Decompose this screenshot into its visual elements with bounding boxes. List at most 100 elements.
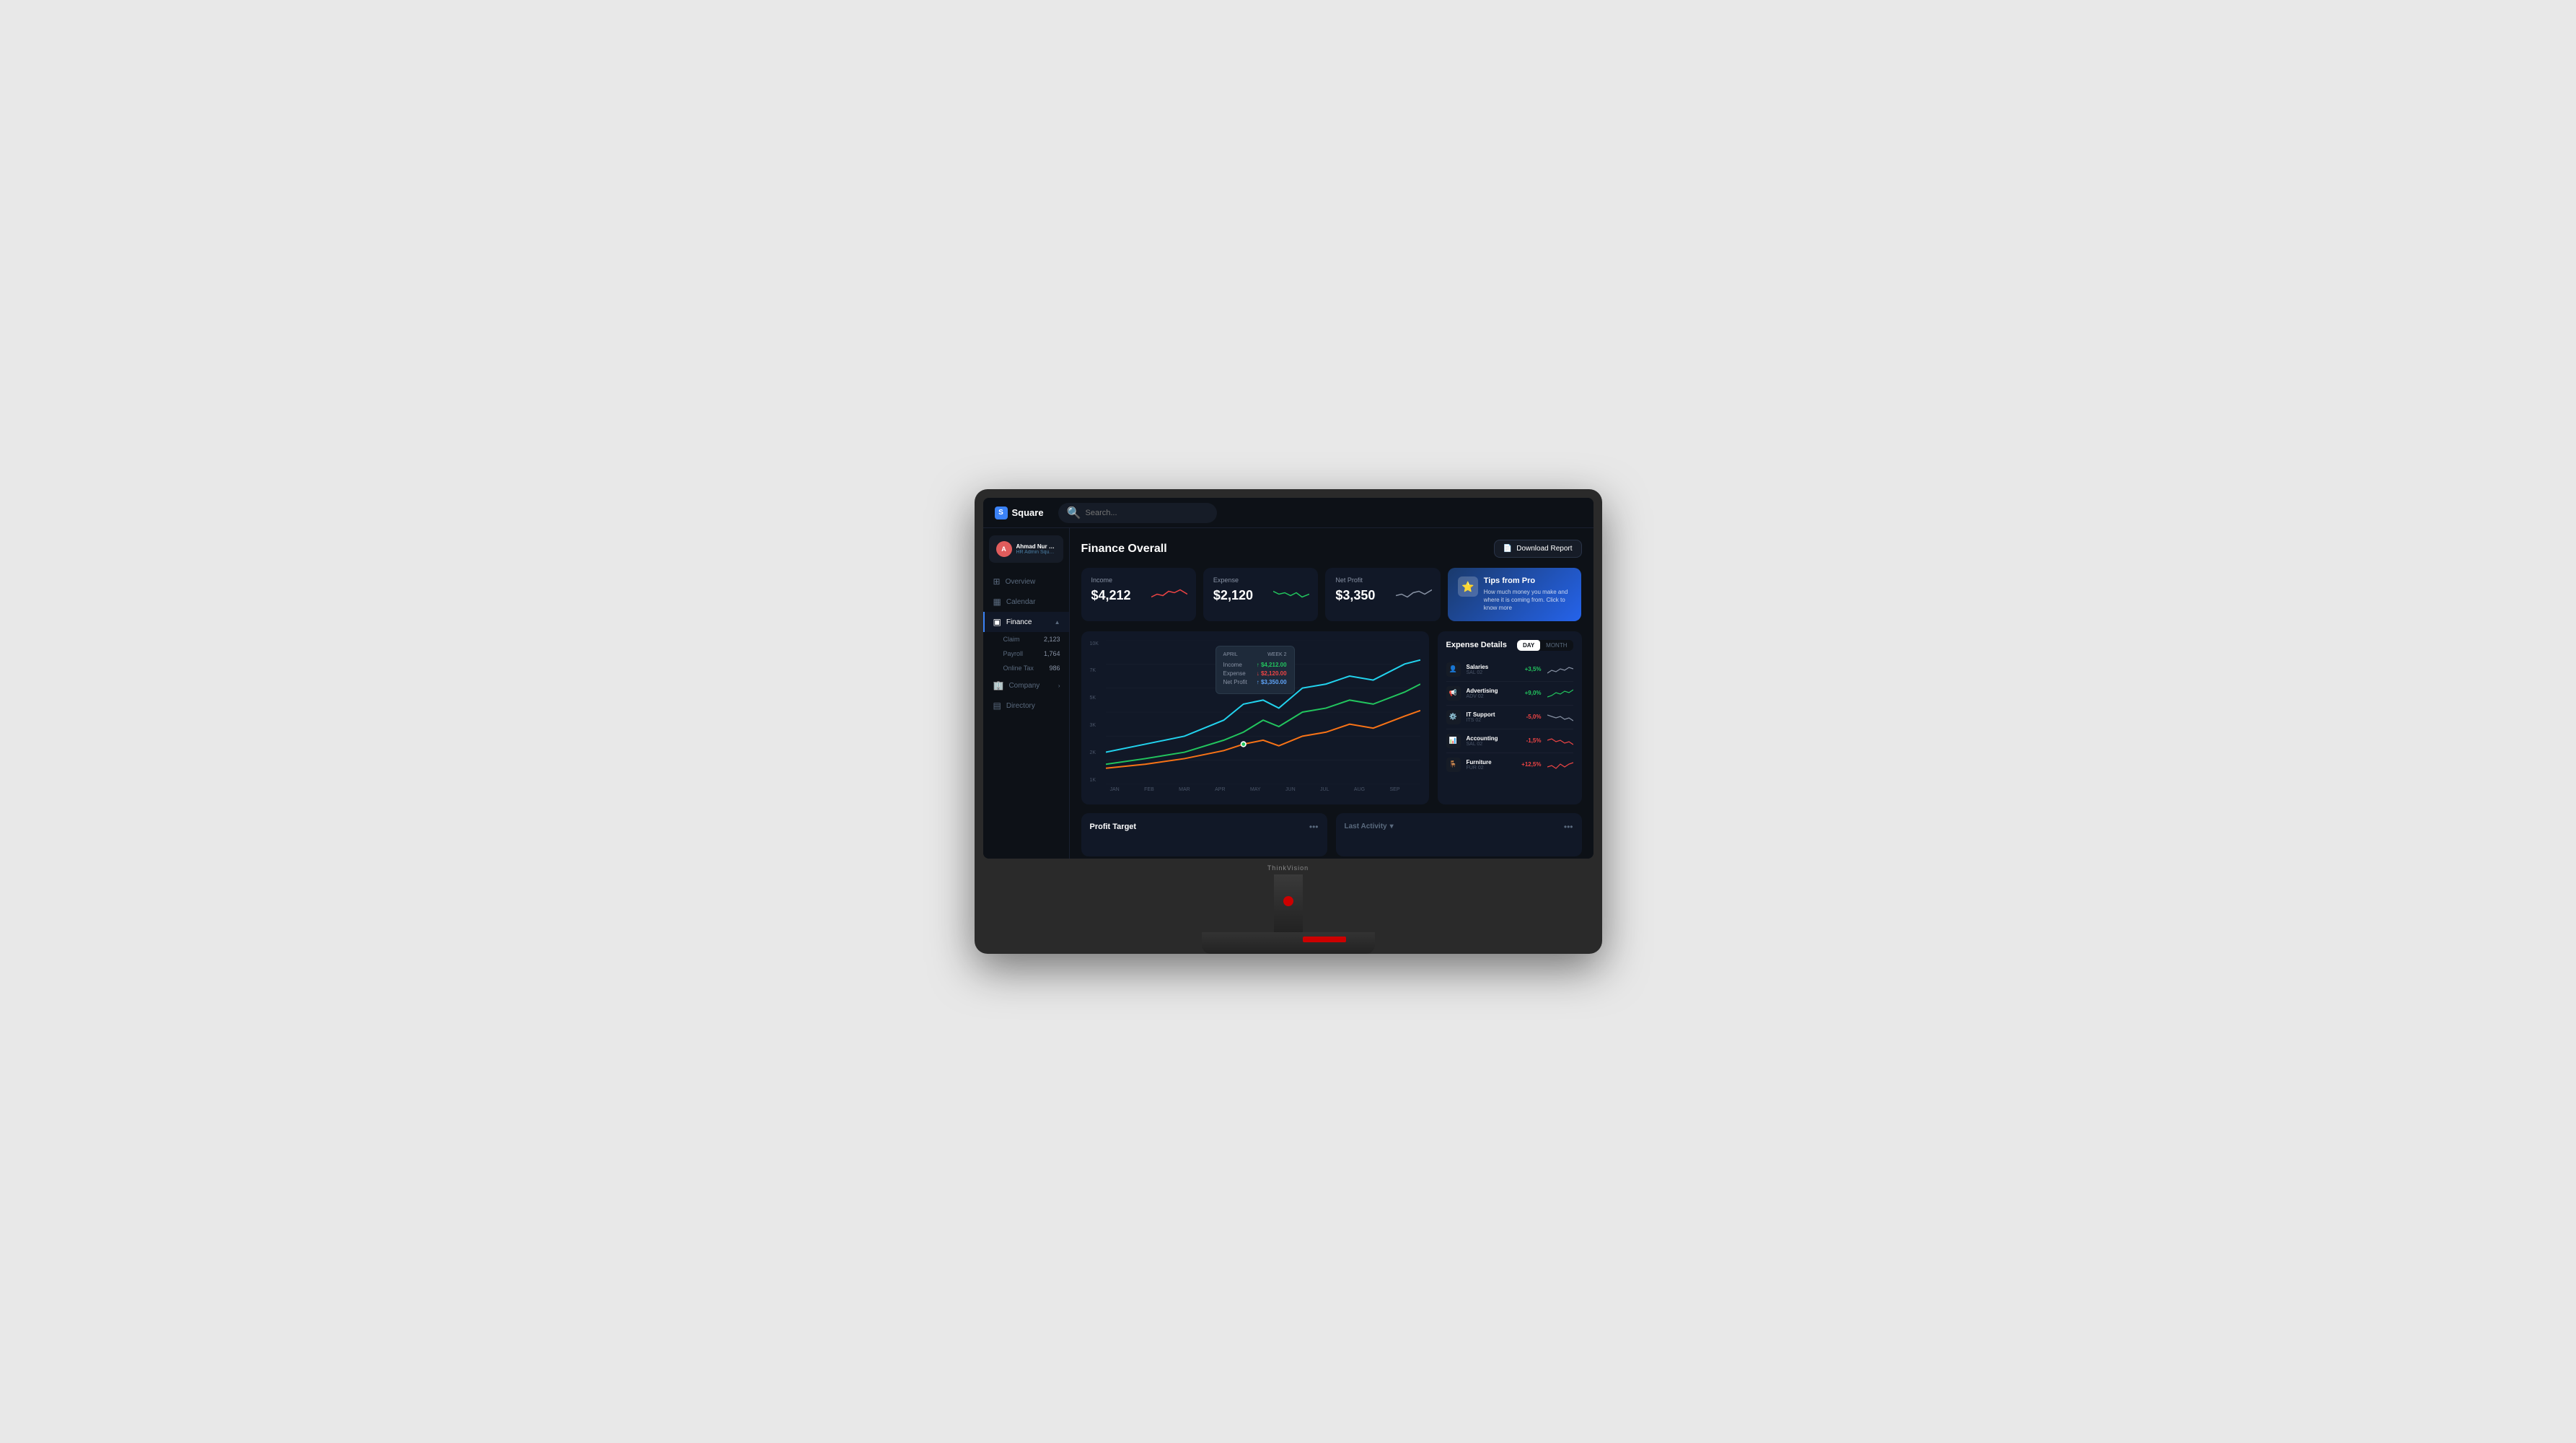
income-label: Income xyxy=(1091,576,1186,584)
y-label-3k: 3K xyxy=(1090,723,1099,728)
sidebar-label-calendar: Calendar xyxy=(1006,598,1036,606)
advertising-name: Advertising xyxy=(1467,688,1519,694)
search-icon: 🔍 xyxy=(1067,506,1081,520)
content-header: Finance Overall 📄 Download Report xyxy=(1081,540,1582,558)
it-support-change: -5,0% xyxy=(1526,714,1542,720)
furniture-sub: FUR 02 xyxy=(1467,766,1516,771)
day-month-toggle[interactable]: DAY MONTH xyxy=(1517,640,1573,651)
submenu-online-tax[interactable]: Online Tax 986 xyxy=(1003,661,1069,675)
y-label-5k: 5K xyxy=(1090,696,1099,701)
tooltip-income-label: Income xyxy=(1223,662,1242,668)
salaries-info: Salaries SAL 02 xyxy=(1467,664,1519,675)
profit-target-panel: Profit Target ••• xyxy=(1081,813,1327,856)
tips-text: Tips from Pro How much money you make an… xyxy=(1484,576,1572,613)
expense-panel-header: Expense Details DAY MONTH xyxy=(1446,640,1573,651)
tooltip-profit-label: Net Profit xyxy=(1223,679,1247,685)
expense-details-title: Expense Details xyxy=(1446,641,1507,649)
stat-income: Income $4,212 xyxy=(1081,568,1196,621)
logo-area: S Square xyxy=(995,506,1044,519)
expense-salaries: 👤 Salaries SAL 02 +3,5% xyxy=(1446,658,1573,682)
chart-tooltip: APRIL WEEK 2 Income ↑ $4,212.00 Expense xyxy=(1216,646,1295,694)
page-title: Finance Overall xyxy=(1081,543,1167,556)
profit-target-menu[interactable]: ••• xyxy=(1309,822,1319,832)
sidebar-item-overview[interactable]: ⊞ Overview xyxy=(983,571,1069,592)
x-sep: SEP xyxy=(1389,787,1399,792)
calendar-icon: ▦ xyxy=(993,597,1001,607)
last-activity-chevron: ▾ xyxy=(1390,823,1394,830)
tips-star-icon: ⭐ xyxy=(1458,576,1478,597)
payroll-count: 1,764 xyxy=(1044,650,1060,657)
topbar: S Square 🔍 xyxy=(983,498,1593,528)
monitor-brand: ThinkVision xyxy=(983,859,1593,874)
user-info: Ahmad Nur Fawaid HR Admin Square xyxy=(1016,543,1056,555)
tips-title: Tips from Pro xyxy=(1484,576,1572,585)
tooltip-income-value: ↑ $4,212.00 xyxy=(1257,662,1287,668)
toggle-month[interactable]: MONTH xyxy=(1540,640,1573,651)
tooltip-expense-value: ↓ $2,120.00 xyxy=(1257,670,1287,677)
monitor-stand-base xyxy=(1202,932,1375,954)
tooltip-expense-row: Expense ↓ $2,120.00 xyxy=(1223,670,1287,677)
chart-panel: 10K 7K 5K 3K 2K 1K xyxy=(1081,631,1429,804)
sidebar-item-directory[interactable]: ▤ Directory xyxy=(983,696,1069,716)
search-input[interactable] xyxy=(1086,509,1208,517)
advertising-sparkline xyxy=(1547,687,1573,700)
salaries-icon: 👤 xyxy=(1446,662,1461,677)
overview-icon: ⊞ xyxy=(993,576,1001,587)
expense-it-support: ⚙️ IT Support ITS 02 -5,0% xyxy=(1446,706,1573,729)
submenu-claim[interactable]: Claim 2,123 xyxy=(1003,632,1069,646)
tooltip-expense-label: Expense xyxy=(1223,670,1246,677)
income-chart xyxy=(1151,584,1187,605)
tooltip-profit-row: Net Profit ↑ $3,350.00 xyxy=(1223,679,1287,685)
profit-target-label: Profit Target xyxy=(1090,823,1137,831)
tooltip-week: WEEK 2 xyxy=(1267,652,1286,657)
salaries-sparkline xyxy=(1547,663,1573,676)
y-label-10k: 10K xyxy=(1090,641,1099,646)
y-label-2k: 2K xyxy=(1090,750,1099,755)
last-activity-menu[interactable]: ••• xyxy=(1564,822,1573,832)
expense-advertising: 📢 Advertising ADV 02 +9,0% xyxy=(1446,682,1573,706)
sidebar-item-finance[interactable]: ▣ Finance ▲ xyxy=(983,612,1069,632)
last-activity-panel: Last Activity ▾ ••• xyxy=(1336,813,1582,856)
profit-chart xyxy=(1396,584,1432,605)
toggle-day[interactable]: DAY xyxy=(1517,640,1540,651)
expense-panel: Expense Details DAY MONTH 👤 Sala xyxy=(1438,631,1582,804)
finance-submenu: Claim 2,123 Payroll 1,764 Online Tax 986 xyxy=(983,632,1069,675)
tooltip-income-row: Income ↑ $4,212.00 xyxy=(1223,662,1287,668)
accounting-name: Accounting xyxy=(1467,735,1521,742)
payroll-label: Payroll xyxy=(1003,650,1024,657)
expense-chart xyxy=(1273,584,1309,605)
sidebar-label-company: Company xyxy=(1008,682,1039,690)
tips-card[interactable]: ⭐ Tips from Pro How much money you make … xyxy=(1448,568,1582,621)
furniture-name: Furniture xyxy=(1467,759,1516,766)
sidebar-label-finance: Finance xyxy=(1006,618,1032,626)
sidebar-label-directory: Directory xyxy=(1006,702,1035,710)
it-support-info: IT Support ITS 02 xyxy=(1467,711,1521,723)
salaries-change: +3,5% xyxy=(1525,666,1542,672)
tips-inner: ⭐ Tips from Pro How much money you make … xyxy=(1458,576,1572,613)
directory-icon: ▤ xyxy=(993,701,1001,711)
middle-row: 10K 7K 5K 3K 2K 1K xyxy=(1081,631,1582,804)
tips-desc: How much money you make and where it is … xyxy=(1484,588,1572,613)
stat-expense: Expense $2,120 xyxy=(1203,568,1318,621)
chart-xaxis: JAN FEB MAR APR MAY JUN JUL AUG SEP xyxy=(1090,784,1420,792)
advertising-change: +9,0% xyxy=(1525,690,1542,696)
last-activity-text: Last Activity xyxy=(1345,823,1387,830)
last-activity-label: Last Activity ▾ xyxy=(1345,823,1394,830)
company-chevron: › xyxy=(1058,683,1060,689)
furniture-change: +12,5% xyxy=(1521,761,1541,768)
sidebar: A Ahmad Nur Fawaid HR Admin Square ⊞ Ove… xyxy=(983,528,1070,859)
sidebar-item-calendar[interactable]: ▦ Calendar xyxy=(983,592,1069,612)
submenu-payroll[interactable]: Payroll 1,764 xyxy=(1003,646,1069,661)
download-report-button[interactable]: 📄 Download Report xyxy=(1494,540,1582,558)
salaries-name: Salaries xyxy=(1467,664,1519,670)
user-name: Ahmad Nur Fawaid xyxy=(1016,543,1056,550)
x-jun: JUN xyxy=(1285,787,1296,792)
sidebar-item-company[interactable]: 🏢 Company › xyxy=(983,675,1069,696)
online-tax-label: Online Tax xyxy=(1003,665,1034,672)
search-bar[interactable]: 🔍 xyxy=(1058,503,1217,523)
salaries-sub: SAL 02 xyxy=(1467,670,1519,675)
advertising-sub: ADV 02 xyxy=(1467,694,1519,699)
accounting-info: Accounting SAL 02 xyxy=(1467,735,1521,747)
sidebar-label-overview: Overview xyxy=(1006,578,1036,586)
it-support-sparkline xyxy=(1547,711,1573,724)
